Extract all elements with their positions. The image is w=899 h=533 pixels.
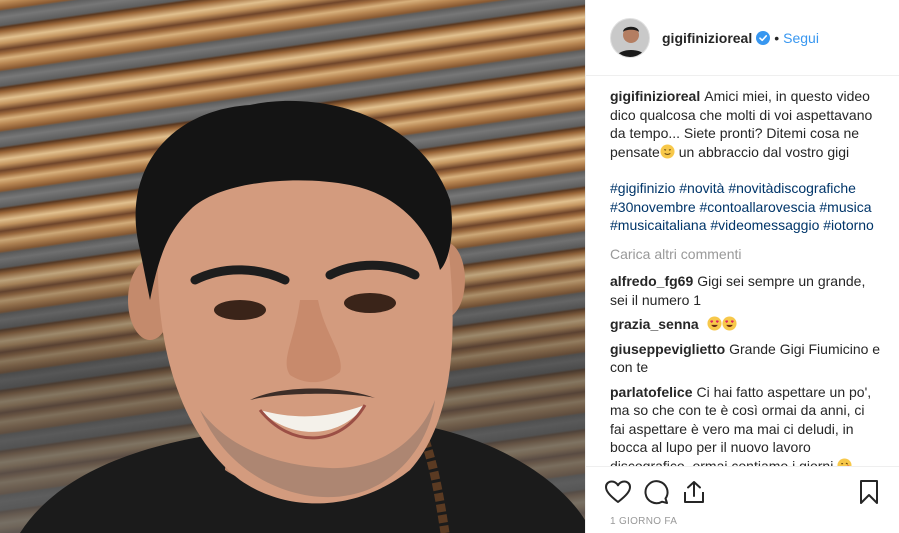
comment-item: giuseppeviglietto Grande Gigi Fiumicino e… xyxy=(610,340,883,377)
post-video[interactable] xyxy=(0,0,585,533)
caption-text-end: un abbraccio dal vostro gigi xyxy=(674,143,850,160)
hashtag-link[interactable]: #30novembre xyxy=(610,199,696,215)
comment-item: alfredo_fg69 Gigi sei sempre un grande, s… xyxy=(610,272,883,309)
comment-bubble-icon xyxy=(644,479,669,504)
verified-badge-icon xyxy=(756,30,771,45)
comments-section: gigifinizioreal Amici miei, in questo vid… xyxy=(586,76,899,533)
man-portrait xyxy=(20,100,585,533)
heart-eyes-emoji xyxy=(722,316,737,331)
comment-username[interactable]: alfredo_fg69 xyxy=(610,273,693,289)
post-timestamp[interactable]: 1 GIORNO FA xyxy=(610,516,677,527)
post-header: gigifinizioreal • Segui xyxy=(586,0,899,76)
save-button[interactable] xyxy=(855,478,883,506)
hashtag-link[interactable]: #novità xyxy=(679,180,724,196)
hashtag-link[interactable]: #videomessaggio xyxy=(710,217,819,233)
sweat-smile-emoji xyxy=(660,143,675,159)
caption: gigifinizioreal Amici miei, in questo vid… xyxy=(610,87,883,235)
hashtag-link[interactable]: #contoallarovescia xyxy=(700,199,816,215)
comment-username[interactable]: parlatofelice xyxy=(610,384,692,400)
like-button[interactable] xyxy=(604,478,632,506)
comment-username[interactable]: grazia_senna xyxy=(610,316,699,332)
header-username[interactable]: gigifinizioreal xyxy=(662,30,752,46)
comment-button[interactable] xyxy=(642,478,670,506)
share-button[interactable] xyxy=(680,478,708,506)
comment-username[interactable]: giuseppeviglietto xyxy=(610,341,725,357)
hashtag-link[interactable]: #musica xyxy=(819,199,871,215)
hashtag-list: #gigifinizio #novità #novitàdiscografich… xyxy=(610,179,883,235)
bookmark-icon xyxy=(860,479,878,504)
share-icon xyxy=(684,480,704,503)
comment-item: grazia_senna xyxy=(610,315,883,334)
hashtag-link[interactable]: #gigifinizio xyxy=(610,180,675,196)
hashtag-link[interactable]: #novitàdiscografiche xyxy=(728,180,856,196)
hashtag-link[interactable]: #iotorno xyxy=(823,217,874,233)
hashtag-link[interactable]: #musicaitaliana xyxy=(610,217,707,233)
instagram-post: gigifinizioreal • Segui gigifinizioreal A… xyxy=(0,0,899,533)
heart-eyes-emoji xyxy=(707,316,722,331)
separator-dot: • xyxy=(774,29,780,46)
load-more-comments-button[interactable]: Carica altri commenti xyxy=(610,245,883,264)
post-actions-bar xyxy=(586,466,899,516)
comment-item: parlatofelice Ci hai fatto aspettare un p… xyxy=(610,383,883,476)
post-side-panel: gigifinizioreal • Segui gigifinizioreal A… xyxy=(585,0,899,533)
heart-icon xyxy=(605,480,631,503)
follow-button[interactable]: Segui xyxy=(783,30,819,46)
caption-username[interactable]: gigifinizioreal xyxy=(610,88,700,104)
avatar[interactable] xyxy=(610,17,650,58)
